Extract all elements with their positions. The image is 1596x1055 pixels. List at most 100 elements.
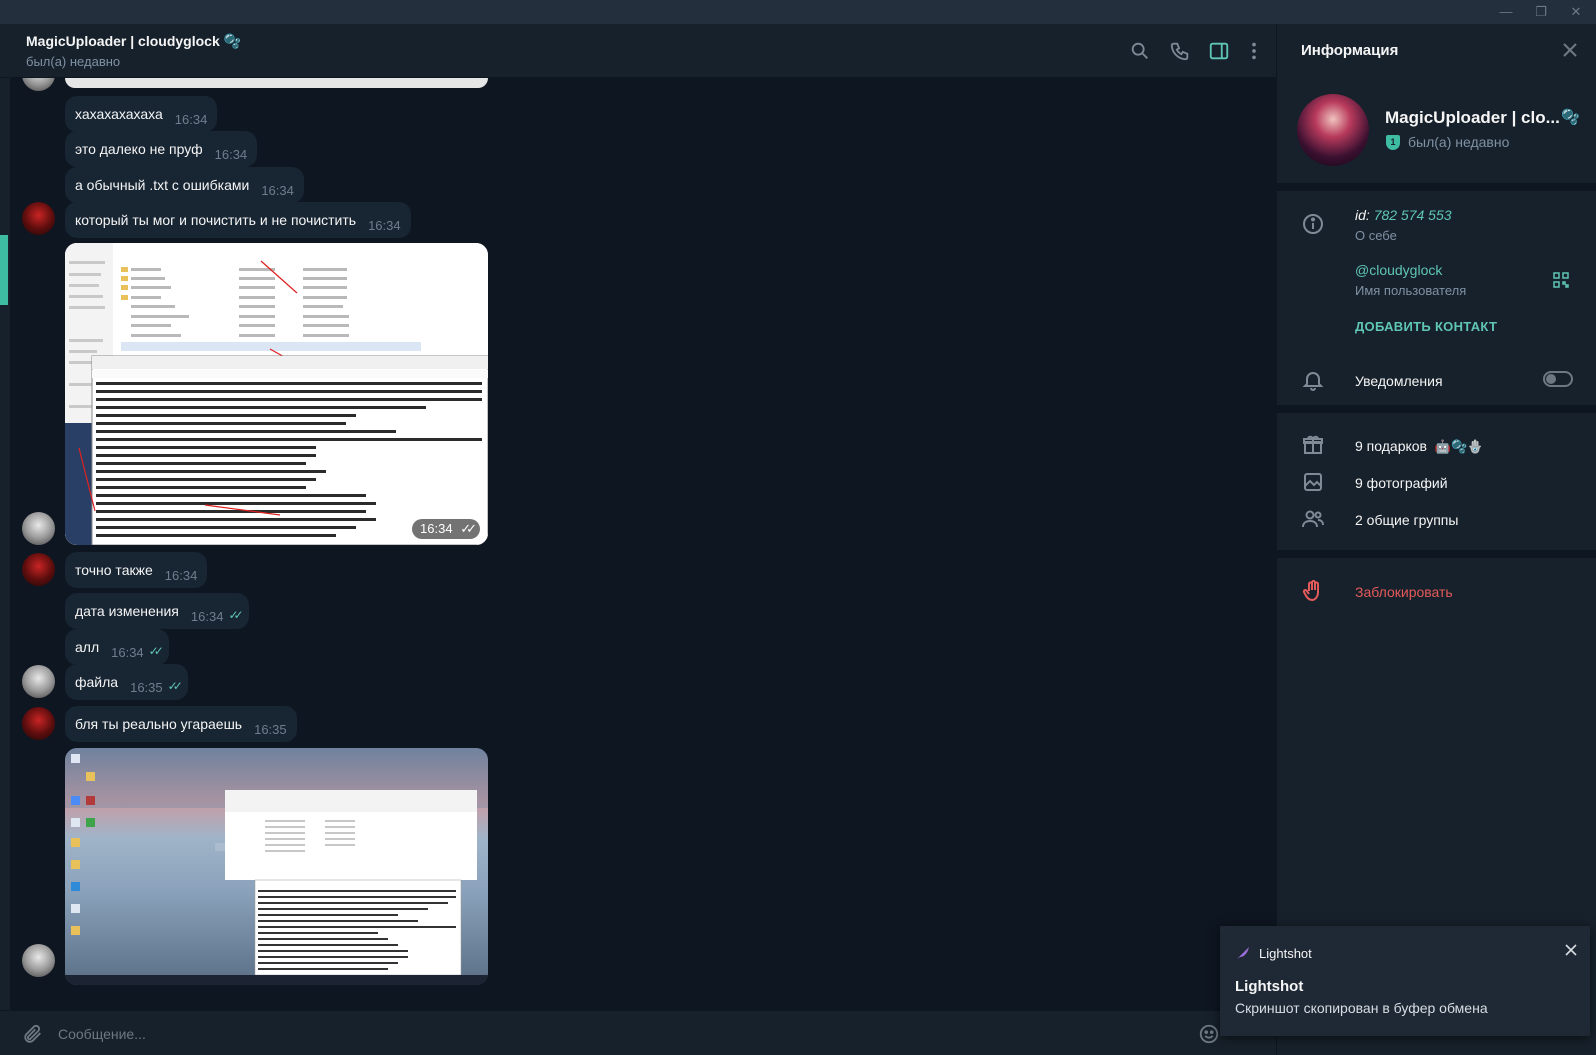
message-text: хахахахахаха <box>75 106 163 122</box>
screenshot-thumbnail <box>65 243 488 545</box>
gifts-count: 9 подарков <box>1355 438 1427 454</box>
message-list[interactable]: хахахахахаха 16:34 это далеко не пруф 16… <box>0 78 1276 1010</box>
message-bubble[interactable]: точно также 16:34 <box>65 552 208 588</box>
message-input[interactable] <box>58 1024 1158 1044</box>
gift-icon <box>1303 435 1323 454</box>
read-ticks-icon: ✓✓ <box>460 521 477 536</box>
block-button[interactable]: Заблокировать <box>1355 584 1453 600</box>
sidebar-toggle-icon[interactable] <box>1208 40 1230 62</box>
avatar[interactable] <box>22 707 55 740</box>
attach-icon[interactable] <box>22 1023 44 1045</box>
message-bubble[interactable]: это далеко не пруф 16:34 <box>65 131 258 167</box>
notification-toast[interactable]: Lightshot Lightshot Скриншот скопирован … <box>1220 926 1590 1036</box>
photo-message[interactable] <box>65 748 488 985</box>
gifts-row[interactable]: 9 подарков 🤖🫧🪬 <box>1355 438 1483 455</box>
toast-app-name: Lightshot <box>1259 946 1312 961</box>
read-ticks-icon: ✓✓ <box>228 608 243 622</box>
message-time: 16:34 <box>420 521 453 536</box>
profile-avatar[interactable] <box>1297 94 1369 166</box>
lightshot-feather-icon <box>1237 947 1249 959</box>
message-time: 16:34 <box>111 644 144 660</box>
bell-icon <box>1302 372 1324 391</box>
avatar[interactable] <box>22 202 55 235</box>
message-bubble[interactable]: хахахахахаха 16:34 <box>65 96 218 132</box>
screenshot-thumbnail <box>65 748 488 985</box>
read-ticks-icon: ✓✓ <box>167 679 183 693</box>
groups-row[interactable]: 2 общие группы <box>1355 512 1458 528</box>
avatar[interactable] <box>22 944 55 977</box>
message-bubble[interactable]: алл 16:34 ✓✓ <box>65 629 169 665</box>
close-icon[interactable] <box>1562 941 1580 959</box>
message-time: 16:34 <box>214 146 248 162</box>
chat-header[interactable]: MagicUploader | cloudyglock 🫧 был(а) нед… <box>0 24 1276 78</box>
avatar[interactable] <box>22 665 55 698</box>
read-ticks-icon: ✓✓ <box>148 644 164 658</box>
divider <box>1277 405 1596 413</box>
shield-badge-icon: 1 <box>1386 135 1400 150</box>
previous-photo-edge[interactable] <box>65 78 488 88</box>
chat-list-edge <box>0 78 10 1010</box>
profile-status: был(а) недавно <box>1408 134 1510 150</box>
phone-icon[interactable] <box>1169 40 1191 62</box>
notifications-toggle[interactable] <box>1543 371 1573 387</box>
more-vertical-icon[interactable] <box>1243 40 1265 62</box>
divider <box>1277 550 1596 558</box>
window-close-button[interactable]: ✕ <box>1566 2 1586 22</box>
photos-row[interactable]: 9 фотографий <box>1355 475 1448 491</box>
notifications-label: Уведомления <box>1355 373 1443 389</box>
username-label: Имя пользователя <box>1355 283 1467 298</box>
about-label: О себе <box>1355 228 1397 243</box>
message-time: 16:34 <box>174 111 208 127</box>
message-text: алл <box>75 639 100 655</box>
photo-time-chip: 16:34 ✓✓ <box>412 519 480 539</box>
message-time: 16:34 <box>261 182 294 198</box>
message-time: 16:35 <box>254 721 287 737</box>
message-bubble[interactable]: который ты мог и почистить и не почистит… <box>65 202 411 238</box>
info-icon <box>1303 214 1323 234</box>
profile-name: MagicUploader | clo... <box>1385 108 1560 127</box>
message-time: 16:34 <box>190 608 224 624</box>
info-panel: Информация MagicUploader | clo... 🫧 1 бы… <box>1276 24 1596 1055</box>
emoji-icon[interactable] <box>1198 1023 1220 1045</box>
search-icon[interactable] <box>1129 40 1151 62</box>
message-text: а обычный .txt с ошибками <box>75 177 250 193</box>
chat-title-emoji: 🫧 <box>223 33 242 49</box>
message-time: 16:35 <box>130 679 163 695</box>
gift-preview-icon: 🤖🫧🪬 <box>1434 439 1484 454</box>
block-hand-icon <box>1302 580 1319 602</box>
groups-icon <box>1302 510 1324 528</box>
toast-body: Скриншот скопирован в буфер обмена <box>1235 1000 1488 1016</box>
message-time: 16:34 <box>164 567 198 583</box>
user-id-value: 782 574 553 <box>1373 207 1452 223</box>
restore-button[interactable]: ❐ <box>1531 2 1551 22</box>
chat-title[interactable]: MagicUploader | cloudyglock 🫧 <box>26 33 241 50</box>
message-composer[interactable] <box>0 1010 1276 1055</box>
close-icon[interactable] <box>1560 40 1580 60</box>
message-bubble[interactable]: бля ты реально угараешь 16:35 <box>65 706 297 742</box>
chat-title-text: MagicUploader | cloudyglock <box>26 33 220 49</box>
message-bubble[interactable]: а обычный .txt с ошибками 16:34 <box>65 167 304 203</box>
photo-message[interactable]: 16:34 ✓✓ <box>65 243 488 545</box>
message-bubble[interactable]: дата изменения 16:34 ✓✓ <box>65 593 249 629</box>
message-time: 16:34 <box>368 217 401 233</box>
info-title: Информация <box>1301 42 1399 59</box>
message-bubble[interactable]: файла 16:35 ✓✓ <box>65 664 188 700</box>
message-text: это далеко не пруф <box>75 141 203 157</box>
avatar[interactable] <box>22 512 55 545</box>
message-text: дата изменения <box>75 603 179 619</box>
chat-status: был(а) недавно <box>26 54 121 69</box>
qr-code-icon[interactable] <box>1553 272 1569 288</box>
username[interactable]: @cloudyglock <box>1355 262 1442 278</box>
message-text: который ты мог и почистить и не почистит… <box>75 212 357 228</box>
user-id[interactable]: id: 782 574 553 <box>1355 207 1452 223</box>
message-text: точно также <box>75 562 153 578</box>
window-titlebar: — ❐ ✕ <box>0 0 1596 24</box>
add-contact-button[interactable]: ДОБАВИТЬ КОНТАКТ <box>1355 319 1497 334</box>
minimize-button[interactable]: — <box>1496 2 1516 22</box>
avatar[interactable] <box>22 78 55 91</box>
avatar[interactable] <box>22 553 55 586</box>
message-text: бля ты реально угараешь <box>75 716 243 732</box>
status-emoji-icon: 🫧 <box>1561 109 1580 126</box>
divider <box>1277 183 1596 191</box>
active-chat-indicator <box>0 235 8 305</box>
